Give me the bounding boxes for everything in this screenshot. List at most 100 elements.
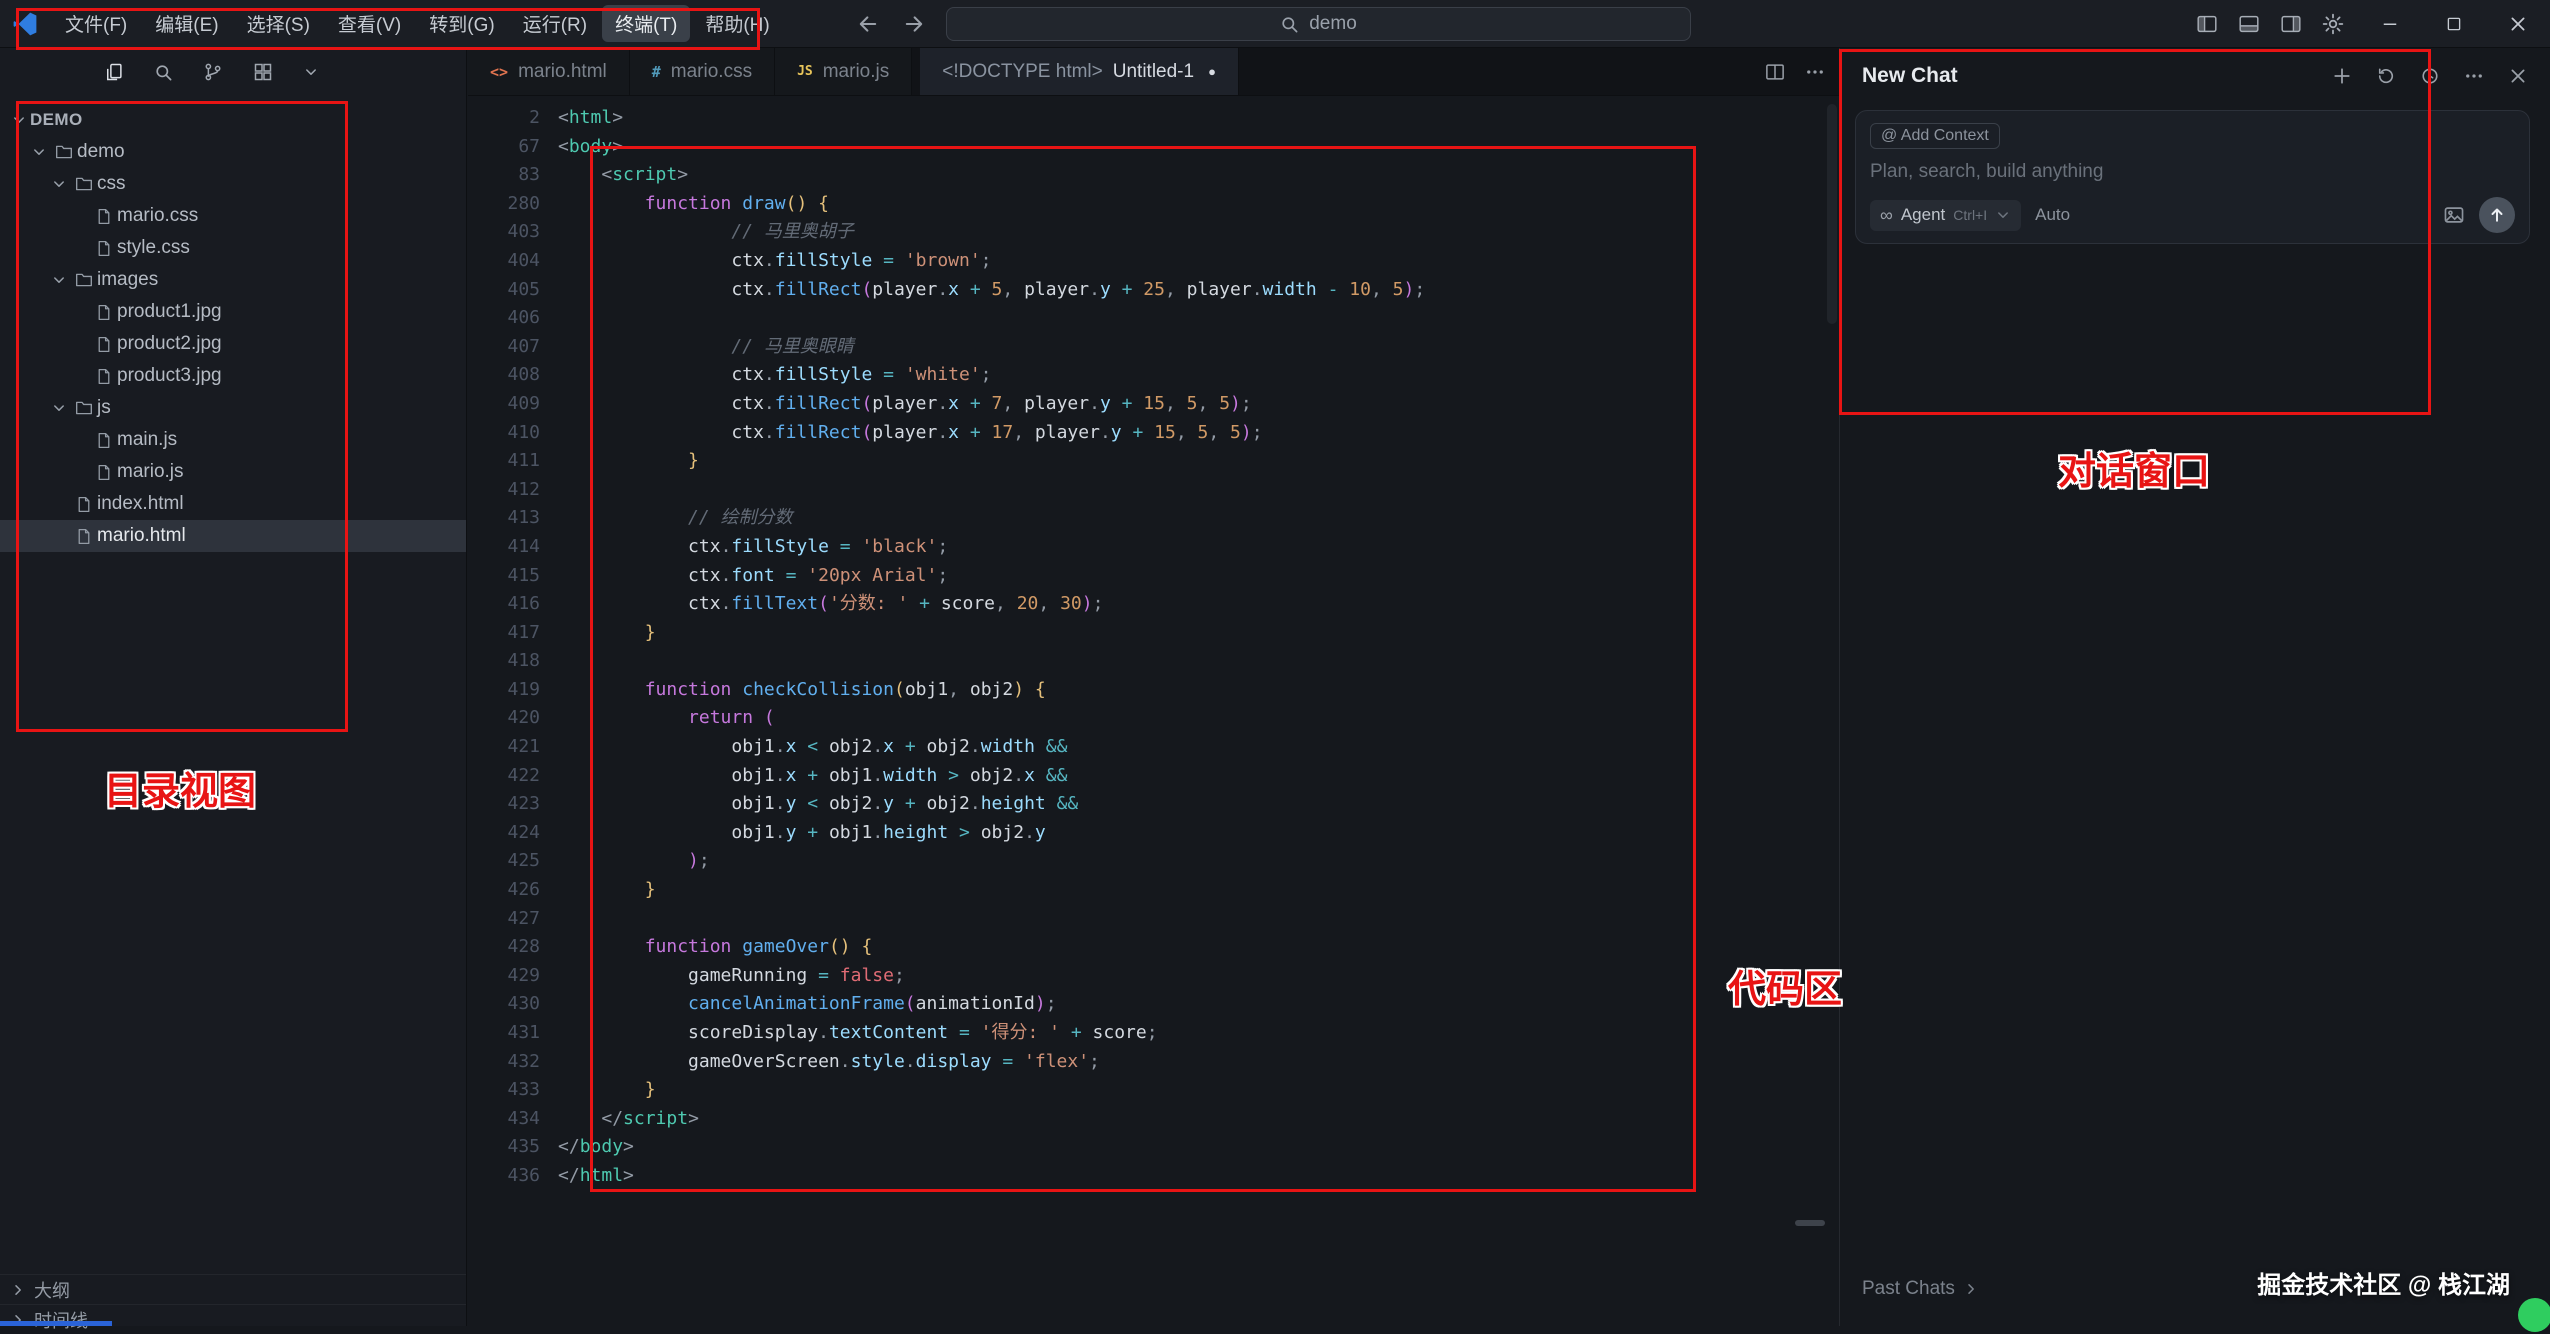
menu-item[interactable]: 选择(S) xyxy=(234,5,323,42)
tree-item[interactable]: style.css xyxy=(0,232,466,264)
line-number: 424 xyxy=(468,819,540,848)
attach-image-icon[interactable] xyxy=(2443,204,2465,226)
code-text: <body> xyxy=(558,133,623,162)
close-button[interactable] xyxy=(2486,0,2550,48)
close-icon[interactable] xyxy=(2508,66,2528,86)
copy-pages-icon[interactable] xyxy=(104,62,124,82)
chevron-down-icon[interactable] xyxy=(48,272,70,288)
menu-bar: 文件(F)编辑(E)选择(S)查看(V)转到(G)运行(R)终端(T)帮助(H) xyxy=(52,5,783,42)
tree-item[interactable]: product1.jpg xyxy=(0,296,466,328)
editor-tab[interactable]: <>mario.html xyxy=(468,48,630,95)
chevron-down-icon[interactable] xyxy=(48,400,70,416)
menu-item[interactable]: 文件(F) xyxy=(52,5,140,42)
code-line: 413 // 绘制分数 xyxy=(468,504,1839,533)
file-icon xyxy=(90,208,117,225)
editor-tab[interactable]: #mario.css xyxy=(630,48,775,95)
code-editor[interactable]: 2<html>67<body>83 <script>280 function d… xyxy=(468,96,1839,1326)
settings-gear-icon[interactable] xyxy=(2322,13,2344,35)
code-text: ctx.fillStyle = 'white'; xyxy=(558,361,992,390)
code-text: } xyxy=(558,1076,656,1105)
menu-item[interactable]: 查看(V) xyxy=(325,5,414,42)
code-line: 410 ctx.fillRect(player.x + 17, player.y… xyxy=(468,419,1839,448)
clock-icon[interactable] xyxy=(2420,66,2440,86)
search-icon xyxy=(1280,15,1299,34)
chat-title: New Chat xyxy=(1862,64,1958,88)
menu-item[interactable]: 运行(R) xyxy=(510,5,600,42)
tree-item[interactable]: mario.html xyxy=(0,520,466,552)
code-line: 407 // 马里奥眼睛 xyxy=(468,333,1839,362)
layout-sidebar-left-icon[interactable] xyxy=(2196,13,2218,35)
tree-item[interactable]: css xyxy=(0,168,466,200)
code-text: // 马里奥眼睛 xyxy=(558,333,854,362)
maximize-button[interactable] xyxy=(2422,0,2486,48)
add-context-chip[interactable]: @ Add Context xyxy=(1870,123,2000,149)
line-number: 413 xyxy=(468,504,540,533)
chat-input-card[interactable]: @ Add Context Plan, search, build anythi… xyxy=(1855,110,2530,244)
send-button[interactable] xyxy=(2479,197,2515,233)
chat-input-placeholder[interactable]: Plan, search, build anything xyxy=(1870,161,2515,183)
menu-item[interactable]: 终端(T) xyxy=(602,5,690,42)
layout-panel-bottom-icon[interactable] xyxy=(2238,13,2260,35)
line-number: 404 xyxy=(468,247,540,276)
command-center-search[interactable]: demo xyxy=(946,7,1691,41)
split-editor-icon[interactable] xyxy=(1765,62,1785,82)
editor-tab-bar: <>mario.html#mario.cssJSmario.js<!DOCTYP… xyxy=(468,48,1839,96)
arrow-right-icon[interactable] xyxy=(902,12,926,36)
tree-item[interactable]: images xyxy=(0,264,466,296)
git-branch-icon[interactable] xyxy=(203,62,223,82)
editor-scrollbar[interactable] xyxy=(1827,104,1837,324)
chevron-down-icon[interactable] xyxy=(28,144,50,160)
editor-tab[interactable]: <!DOCTYPE html>Untitled-1● xyxy=(920,48,1239,95)
tree-item[interactable]: demo xyxy=(0,136,466,168)
tree-item-label: css xyxy=(97,173,126,195)
history-icon[interactable] xyxy=(2376,66,2396,86)
tree-item[interactable]: main.js xyxy=(0,424,466,456)
line-number: 412 xyxy=(468,476,540,505)
menu-item[interactable]: 转到(G) xyxy=(416,5,507,42)
menu-item[interactable]: 帮助(H) xyxy=(692,5,782,42)
sidebar-section[interactable]: 大纲 xyxy=(0,1274,466,1304)
chevron-down-icon xyxy=(1995,207,2011,223)
tree-item[interactable]: mario.js xyxy=(0,456,466,488)
line-number: 433 xyxy=(468,1076,540,1105)
line-number: 420 xyxy=(468,704,540,733)
code-text: ctx.fillText('分数: ' + score, 20, 30); xyxy=(558,590,1103,619)
css-file-icon: # xyxy=(652,63,661,81)
layout-sidebar-right-icon[interactable] xyxy=(2280,13,2302,35)
code-line: 412 xyxy=(468,476,1839,505)
more-horizontal-icon[interactable] xyxy=(2464,66,2484,86)
arrow-left-icon[interactable] xyxy=(856,12,880,36)
code-text: function checkCollision(obj1, obj2) { xyxy=(558,676,1046,705)
extensions-icon[interactable] xyxy=(253,62,273,82)
code-line: 408 ctx.fillStyle = 'white'; xyxy=(468,361,1839,390)
plus-icon[interactable] xyxy=(2332,66,2352,86)
tree-item[interactable]: product2.jpg xyxy=(0,328,466,360)
chevron-down-icon[interactable] xyxy=(8,112,30,128)
tab-label: Untitled-1 xyxy=(1113,61,1194,83)
explorer-sidebar: DEMOdemocssmario.cssstyle.cssimagesprodu… xyxy=(0,48,467,1326)
code-line: 2<html> xyxy=(468,104,1839,133)
file-icon xyxy=(90,240,117,257)
sidebar-section[interactable]: 时间线 xyxy=(0,1304,466,1334)
menu-item[interactable]: 编辑(E) xyxy=(142,5,231,42)
chevron-down-icon[interactable] xyxy=(303,64,319,80)
tree-item[interactable]: index.html xyxy=(0,488,466,520)
code-line: 409 ctx.fillRect(player.x + 7, player.y … xyxy=(468,390,1839,419)
chevron-down-icon[interactable] xyxy=(48,176,70,192)
editor-tab[interactable]: JSmario.js xyxy=(775,48,912,95)
tree-item[interactable]: DEMO xyxy=(0,104,466,136)
tree-item[interactable]: js xyxy=(0,392,466,424)
line-number: 426 xyxy=(468,876,540,905)
model-selector[interactable]: Auto xyxy=(2035,205,2070,225)
past-chats-link[interactable]: Past Chats xyxy=(1862,1278,1979,1300)
past-chats-label: Past Chats xyxy=(1862,1278,1955,1300)
more-horizontal-icon[interactable] xyxy=(1805,62,1825,82)
search-icon[interactable] xyxy=(154,63,173,82)
tree-item[interactable]: mario.css xyxy=(0,200,466,232)
tree-item[interactable]: product3.jpg xyxy=(0,360,466,392)
minimap-slider[interactable] xyxy=(1795,1220,1825,1226)
agent-mode-selector[interactable]: ∞ Agent Ctrl+I xyxy=(1870,200,2021,231)
code-text: ctx.fillRect(player.x + 17, player.y + 1… xyxy=(558,419,1263,448)
minimize-button[interactable] xyxy=(2358,0,2422,48)
code-line: 431 scoreDisplay.textContent = '得分: ' + … xyxy=(468,1019,1839,1048)
